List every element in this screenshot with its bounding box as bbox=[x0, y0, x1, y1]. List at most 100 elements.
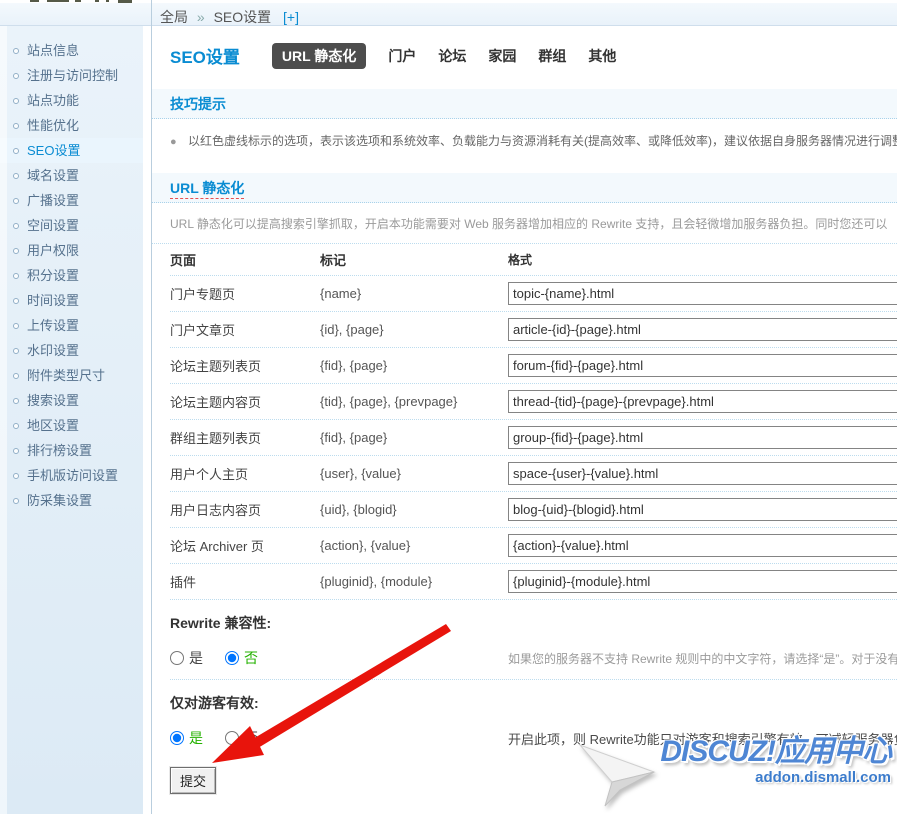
bullet-dot-icon: ● bbox=[170, 136, 177, 148]
breadcrumb: 全局 » SEO设置 [+] bbox=[160, 7, 299, 27]
tags-label: {tid}, {page}, {prevpage} bbox=[320, 394, 508, 409]
sidebar-item-label: 空间设置 bbox=[27, 213, 79, 238]
bullet-circle-icon bbox=[13, 223, 19, 229]
format-input[interactable] bbox=[508, 282, 897, 305]
bullet-circle-icon bbox=[13, 323, 19, 329]
url-section-title: URL 静态化 bbox=[170, 180, 244, 199]
sidebar-item[interactable]: 积分设置 bbox=[0, 263, 143, 288]
breadcrumb-root[interactable]: 全局 bbox=[160, 9, 188, 25]
table-row: 用户日志内容页 {uid}, {blogid} bbox=[170, 492, 897, 528]
discuz-watermark: DISCUZ!应用中心 addon.dismall.com bbox=[578, 726, 891, 808]
bullet-circle-icon bbox=[13, 398, 19, 404]
radio-yes[interactable] bbox=[170, 731, 184, 745]
bullet-circle-icon bbox=[13, 148, 19, 154]
page-label: 群组主题列表页 bbox=[170, 428, 320, 447]
tab[interactable]: 论坛 bbox=[438, 46, 466, 66]
tags-label: {pluginid}, {module} bbox=[320, 574, 508, 589]
page-title: SEO设置 bbox=[170, 43, 240, 68]
sidebar-item[interactable]: 附件类型尺寸 bbox=[0, 363, 143, 388]
sidebar-item[interactable]: 域名设置 bbox=[0, 163, 143, 188]
table-row: 群组主题列表页 {fid}, {page} bbox=[170, 420, 897, 456]
tab[interactable]: URL 静态化 bbox=[272, 43, 366, 69]
table-row: 门户文章页 {id}, {page} bbox=[170, 312, 897, 348]
radio-yes-label[interactable]: 是 bbox=[189, 728, 203, 748]
bullet-circle-icon bbox=[13, 473, 19, 479]
tab[interactable]: 门户 bbox=[388, 46, 416, 66]
bullet-circle-icon bbox=[13, 298, 19, 304]
tab[interactable]: 家园 bbox=[488, 46, 516, 66]
sidebar-item[interactable]: 站点功能 bbox=[0, 88, 143, 113]
page-label: 门户文章页 bbox=[170, 320, 320, 339]
sidebar-item[interactable]: SEO设置 bbox=[0, 138, 143, 163]
format-input[interactable] bbox=[508, 498, 897, 521]
tags-label: {fid}, {page} bbox=[320, 358, 508, 373]
col-header-tags: 标记 bbox=[320, 250, 508, 269]
sidebar-item[interactable]: 时间设置 bbox=[0, 288, 143, 313]
sidebar-item[interactable]: 空间设置 bbox=[0, 213, 143, 238]
format-input[interactable] bbox=[508, 462, 897, 485]
tags-label: {uid}, {blogid} bbox=[320, 502, 508, 517]
sidebar-item[interactable]: 用户权限 bbox=[0, 238, 143, 263]
tags-label: {name} bbox=[320, 286, 508, 301]
tab[interactable]: 其他 bbox=[588, 46, 616, 66]
format-input[interactable] bbox=[508, 426, 897, 449]
sidebar-item[interactable]: 水印设置 bbox=[0, 338, 143, 363]
sidebar-item[interactable]: 地区设置 bbox=[0, 413, 143, 438]
sidebar-item-label: 域名设置 bbox=[27, 163, 79, 188]
bullet-circle-icon bbox=[13, 248, 19, 254]
sidebar-item-label: 防采集设置 bbox=[27, 488, 92, 513]
sidebar-item[interactable]: 广播设置 bbox=[0, 188, 143, 213]
bullet-circle-icon bbox=[13, 498, 19, 504]
page-label: 论坛主题列表页 bbox=[170, 356, 320, 375]
col-header-format: 格式 bbox=[508, 251, 897, 268]
bullet-circle-icon bbox=[13, 73, 19, 79]
url-format-table: 页面 标记 格式 门户专题页 {name} 门户文章页 {id}, {page} bbox=[170, 244, 897, 600]
sidebar-item-label: 上传设置 bbox=[27, 313, 79, 338]
top-bar: 全局 » SEO设置 [+] bbox=[0, 3, 897, 26]
sidebar-item[interactable]: 上传设置 bbox=[0, 313, 143, 338]
sidebar-item[interactable]: 手机版访问设置 bbox=[0, 463, 143, 488]
sidebar-item-label: 地区设置 bbox=[27, 413, 79, 438]
radio-no-label[interactable]: 否 bbox=[244, 728, 258, 748]
tab[interactable]: 群组 bbox=[538, 46, 566, 66]
radio-yes-label[interactable]: 是 bbox=[189, 648, 203, 668]
tips-title: 技巧提示 bbox=[170, 96, 226, 112]
page-label: 用户个人主页 bbox=[170, 464, 320, 483]
sidebar-item-label: SEO设置 bbox=[27, 138, 80, 163]
radio-no[interactable] bbox=[225, 651, 239, 665]
tags-label: {id}, {page} bbox=[320, 322, 508, 337]
sidebar-menu: 站点信息 注册与访问控制 站点功能 性能优化 SEO设置 bbox=[0, 26, 143, 513]
submit-button[interactable]: 提交 bbox=[170, 767, 216, 794]
bullet-circle-icon bbox=[13, 98, 19, 104]
format-input[interactable] bbox=[508, 318, 897, 341]
bullet-circle-icon bbox=[13, 48, 19, 54]
format-input[interactable] bbox=[508, 534, 897, 557]
sidebar-item[interactable]: 性能优化 bbox=[0, 113, 143, 138]
radio-no-label[interactable]: 否 bbox=[244, 648, 258, 668]
format-input[interactable] bbox=[508, 390, 897, 413]
sidebar-item[interactable]: 排行榜设置 bbox=[0, 438, 143, 463]
format-input[interactable] bbox=[508, 354, 897, 377]
url-section-description: URL 静态化可以提高搜索引擎抓取，开启本功能需要对 Web 服务器增加相应的 … bbox=[152, 203, 897, 244]
format-input[interactable] bbox=[508, 570, 897, 593]
col-header-page: 页面 bbox=[170, 250, 320, 269]
radio-no[interactable] bbox=[225, 731, 239, 745]
sidebar-item-label: 站点信息 bbox=[27, 38, 79, 63]
table-row: 论坛 Archiver 页 {action}, {value} bbox=[170, 528, 897, 564]
sidebar-item-label: 手机版访问设置 bbox=[27, 463, 118, 488]
settings-sidebar: 站点信息 注册与访问控制 站点功能 性能优化 SEO设置 bbox=[0, 26, 143, 814]
tags-label: {action}, {value} bbox=[320, 538, 508, 553]
table-row: 论坛主题列表页 {fid}, {page} bbox=[170, 348, 897, 384]
tips-text: 以红色虚线标示的选项，表示该选项和系统效率、负载能力与资源消耗有关(提高效率、或… bbox=[188, 134, 897, 148]
sidebar-item[interactable]: 搜索设置 bbox=[0, 388, 143, 413]
sidebar-item-label: 注册与访问控制 bbox=[27, 63, 118, 88]
tags-label: {fid}, {page} bbox=[320, 430, 508, 445]
radio-yes[interactable] bbox=[170, 651, 184, 665]
bullet-circle-icon bbox=[13, 448, 19, 454]
main-content: SEO设置 URL 静态化 门户 论坛 家园 群组 其他 技巧提示 ● 以红色虚… bbox=[152, 26, 897, 814]
table-row: 用户个人主页 {user}, {value} bbox=[170, 456, 897, 492]
sidebar-item[interactable]: 站点信息 bbox=[0, 38, 143, 63]
sidebar-item[interactable]: 注册与访问控制 bbox=[0, 63, 143, 88]
sidebar-item[interactable]: 防采集设置 bbox=[0, 488, 143, 513]
breadcrumb-expand-toggle[interactable]: [+] bbox=[283, 9, 299, 25]
